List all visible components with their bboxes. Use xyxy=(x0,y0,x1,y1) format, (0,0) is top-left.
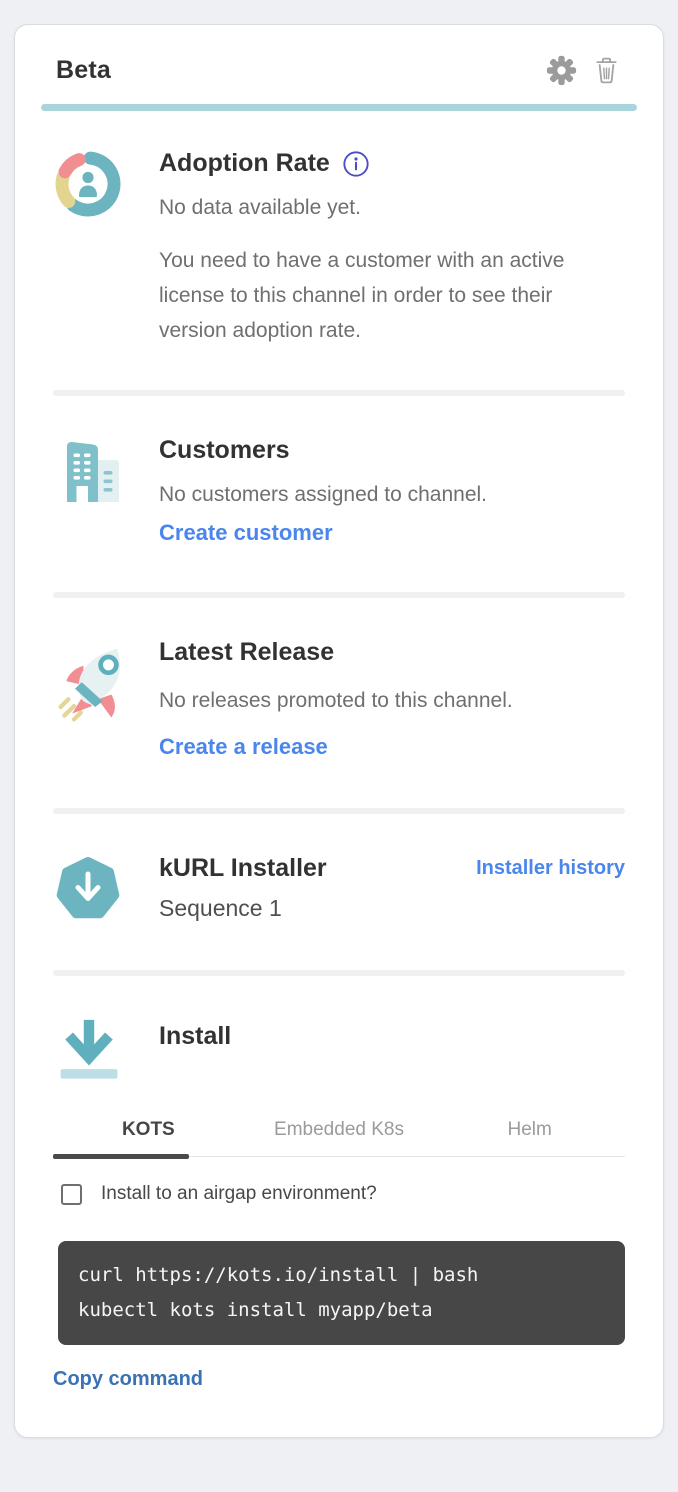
adoption-rate-title: Adoption Rate xyxy=(159,149,330,178)
trash-icon xyxy=(591,74,622,89)
buildings-icon xyxy=(53,436,159,513)
customers-section: Customers No customers assigned to chann… xyxy=(53,396,625,592)
command-line-2: kubectl kots install myapp/beta xyxy=(78,1299,433,1321)
customers-content: Customers No customers assigned to chann… xyxy=(159,436,625,546)
tab-helm[interactable]: Helm xyxy=(434,1119,625,1156)
installer-history-link[interactable]: Installer history xyxy=(476,857,625,880)
adoption-rate-donut-icon xyxy=(53,149,159,224)
rocket-icon xyxy=(53,638,159,735)
copy-command-link[interactable]: Copy command xyxy=(53,1368,203,1391)
command-line-1: curl https://kots.io/install | bash xyxy=(78,1264,478,1286)
channel-accent-bar xyxy=(41,104,637,111)
gear-icon xyxy=(546,74,577,89)
channel-title: Beta xyxy=(56,56,111,85)
tab-embedded-k8s[interactable]: Embedded K8s xyxy=(244,1119,435,1156)
kurl-installer-content: kURL Installer Installer history Sequenc… xyxy=(159,854,625,922)
kurl-installer-title: kURL Installer xyxy=(159,854,327,883)
install-section-header: Install xyxy=(53,976,625,1097)
customers-empty-text: No customers assigned to channel. xyxy=(159,477,625,512)
install-content: Install xyxy=(159,1016,625,1051)
adoption-rate-help-text: You need to have a customer with an acti… xyxy=(159,243,611,348)
create-customer-link[interactable]: Create customer xyxy=(159,520,333,546)
airgap-option-row: Install to an airgap environment? xyxy=(53,1183,625,1205)
header-actions xyxy=(546,55,622,86)
card-header: Beta xyxy=(53,25,625,86)
latest-release-title: Latest Release xyxy=(159,638,625,667)
install-title: Install xyxy=(159,1022,625,1051)
customers-title: Customers xyxy=(159,436,625,465)
settings-button[interactable] xyxy=(546,55,577,86)
kurl-installer-section: kURL Installer Installer history Sequenc… xyxy=(53,814,625,970)
adoption-rate-empty-text: No data available yet. xyxy=(159,190,625,225)
create-release-link[interactable]: Create a release xyxy=(159,734,328,760)
tab-kots[interactable]: KOTS xyxy=(53,1119,244,1156)
channel-card: Beta xyxy=(14,24,664,1438)
install-tabs: KOTS Embedded K8s Helm xyxy=(53,1119,625,1157)
info-icon[interactable] xyxy=(342,150,370,178)
adoption-rate-content: Adoption Rate No data available yet. You… xyxy=(159,149,625,348)
latest-release-empty-text: No releases promoted to this channel. xyxy=(159,683,625,718)
installer-sequence: Sequence 1 xyxy=(159,895,625,922)
airgap-checkbox-label: Install to an airgap environment? xyxy=(101,1183,377,1205)
delete-button[interactable] xyxy=(591,55,622,86)
latest-release-content: Latest Release No releases promoted to t… xyxy=(159,638,625,760)
install-command-code-block[interactable]: curl https://kots.io/install | bash kube… xyxy=(58,1241,625,1345)
airgap-checkbox[interactable] xyxy=(61,1184,82,1205)
adoption-rate-section: Adoption Rate No data available yet. You… xyxy=(53,111,625,390)
latest-release-section: Latest Release No releases promoted to t… xyxy=(53,598,625,808)
heptagon-download-icon xyxy=(53,854,159,929)
download-arrow-icon xyxy=(53,1016,159,1097)
